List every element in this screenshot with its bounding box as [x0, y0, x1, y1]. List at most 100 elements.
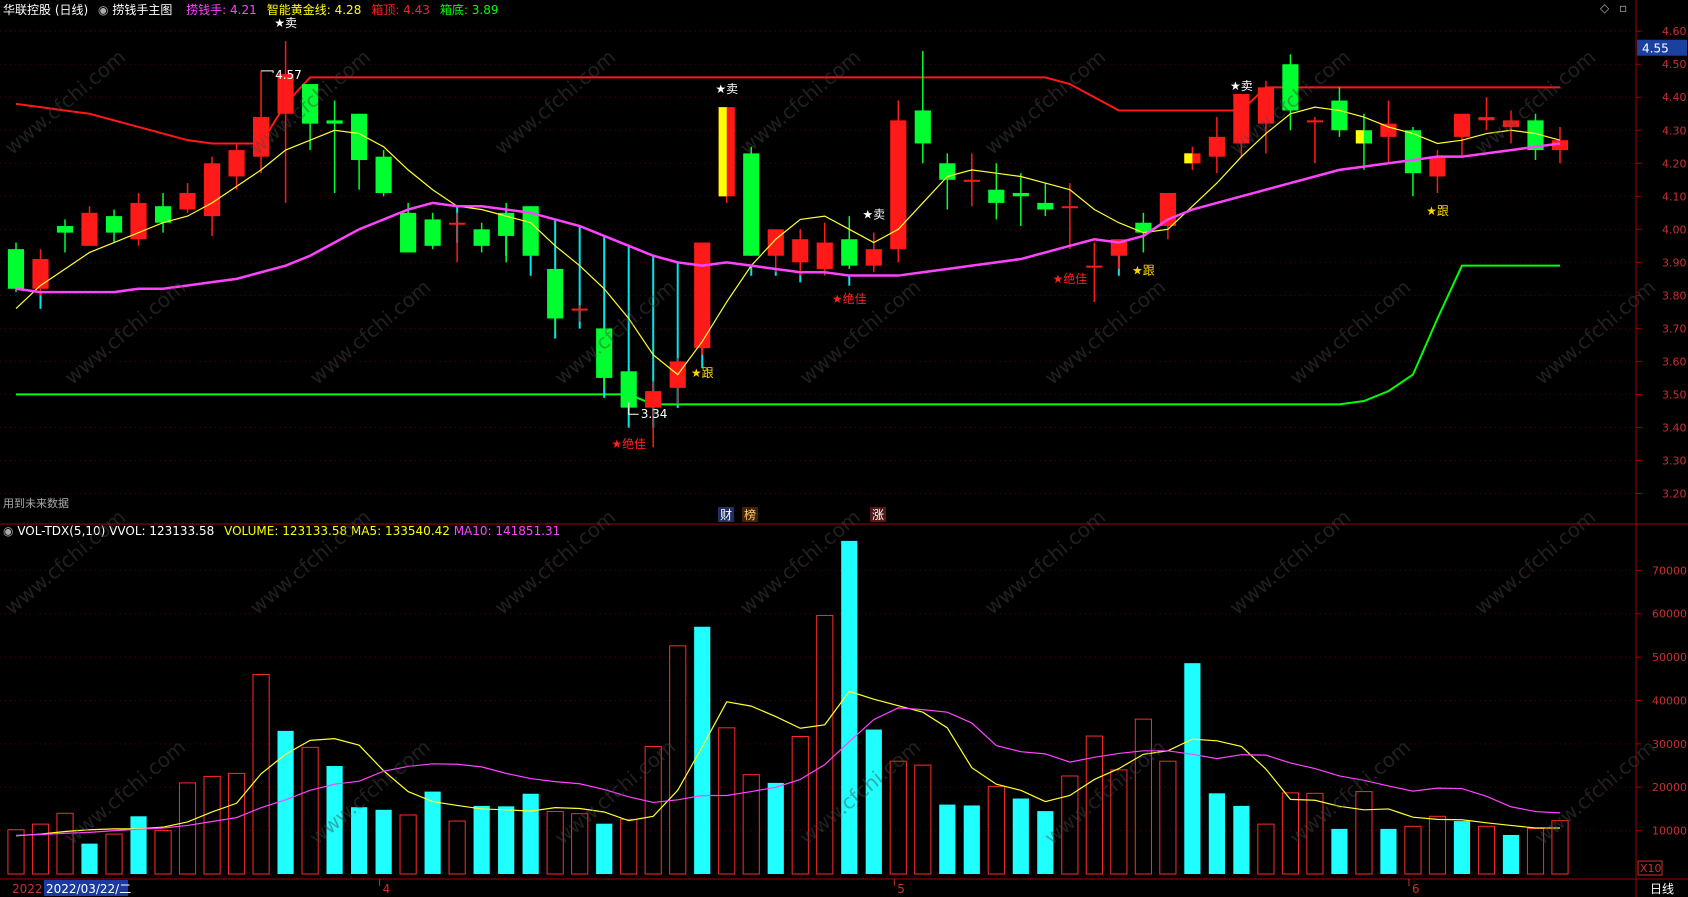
volume-bar-up — [56, 812, 74, 875]
volume-bar-up — [31, 823, 50, 875]
price-tick-label: 3.70 — [1662, 322, 1687, 335]
volume-bar-up — [620, 818, 638, 875]
volume-value: VOLUME: 123133.58 — [224, 524, 348, 538]
volume-bar-down — [498, 806, 515, 874]
volume-bar-down — [326, 765, 343, 874]
candle-body — [424, 219, 441, 246]
volume-bar-down — [1331, 828, 1348, 874]
volume-bar-down — [424, 791, 441, 874]
sell-signal: ★卖 — [715, 82, 738, 96]
volume-bar-down — [1502, 834, 1520, 874]
price-tick-label: 4.00 — [1662, 223, 1687, 236]
volume-bar-up — [7, 829, 25, 875]
month-label: 6 — [1412, 882, 1420, 896]
candle-body — [1159, 193, 1176, 227]
volume-bar-up — [742, 774, 760, 875]
indicator-value-1: 智能黄金线: 4.28 — [266, 3, 362, 17]
price-tick-label: 4.20 — [1662, 157, 1687, 170]
candle-body — [179, 193, 196, 210]
volume-ma10-line — [15, 707, 1561, 836]
ma5-value: MA5: 133540.42 — [350, 524, 450, 538]
candle-body — [963, 179, 980, 182]
volume-bar-up — [448, 820, 466, 875]
candle-highlight — [1184, 153, 1193, 164]
follow-signal: ★跟 — [1132, 263, 1155, 277]
volume-bar-up — [154, 830, 172, 875]
diamond-icon[interactable]: ◇ — [1600, 1, 1609, 15]
candle-body — [914, 110, 931, 144]
date-axis-year: 2022 — [12, 882, 43, 896]
low-price-label: 3.34 — [641, 407, 668, 421]
candle-body — [841, 239, 858, 266]
volume-tick-label: 10000 — [1652, 825, 1687, 838]
best-signal: ★绝佳 — [1052, 271, 1087, 286]
volume-bar-up — [889, 760, 907, 875]
indicator-value-0: 捞钱手: 4.21 — [186, 3, 257, 17]
volume-tick-label: 60000 — [1652, 608, 1687, 621]
volume-header: ◉ VOL-TDX(5,10) VVOL: 123133.58 VOLUME: … — [3, 524, 560, 538]
volume-unit-label: X10 — [1640, 862, 1662, 875]
volume-bar-up — [718, 727, 736, 875]
stock-title[interactable]: 华联控股 (日线) — [3, 3, 88, 17]
volume-bar-down — [351, 807, 368, 874]
price-tick-label: 4.30 — [1662, 124, 1687, 137]
volume-bar-up — [546, 811, 564, 875]
candle-body — [154, 206, 172, 223]
price-tick-label: 3.80 — [1662, 289, 1687, 302]
volume-tick-label: 30000 — [1652, 738, 1687, 751]
sell-signal: ★卖 — [1230, 79, 1253, 93]
volume-bar-up — [791, 735, 809, 875]
candle-body — [1404, 130, 1422, 174]
volume-toggle-icon[interactable]: ◉ — [3, 524, 13, 538]
volume-bar-down — [1453, 821, 1471, 874]
candle-body — [1331, 100, 1348, 131]
candle-body — [228, 150, 245, 177]
event-marker: 榜 — [744, 507, 756, 522]
volume-bar-up — [669, 645, 687, 875]
price-tick-label: 3.30 — [1662, 454, 1687, 467]
best-signal: ★绝佳 — [832, 291, 867, 306]
candle-body — [1453, 113, 1471, 137]
volume-bar-up — [301, 746, 319, 875]
month-label: 4 — [383, 882, 391, 896]
candle-body — [1233, 93, 1250, 144]
volume-bar-down — [865, 729, 882, 874]
candle-body — [743, 153, 760, 256]
volume-bar-up — [1551, 820, 1569, 875]
candle-body — [449, 222, 466, 225]
candle-body — [302, 84, 319, 124]
indicator-toggle-icon[interactable]: ◉ — [98, 3, 108, 17]
volume-bar-down — [1233, 805, 1250, 874]
volume-bar-up — [105, 833, 123, 875]
price-tick-label: 4.50 — [1662, 58, 1687, 71]
volume-bar-up — [227, 772, 246, 875]
candle-body — [865, 249, 882, 266]
candle-body — [988, 189, 1005, 203]
candle-body — [792, 239, 809, 263]
month-label: 5 — [897, 882, 905, 896]
candle-highlight — [718, 107, 727, 197]
header-right-icons: ◇ ▫ — [1600, 1, 1627, 15]
stock-chart[interactable]: 4.60 4.50 4.40 4.30 4.20 4.10 4.00 3.90 3.80 3.70… — [0, 0, 1688, 897]
candle-body — [767, 229, 784, 256]
volume-bar-up — [1526, 827, 1545, 875]
price-tick-label: 3.20 — [1662, 487, 1687, 500]
indicator-values: 捞钱手: 4.21 智能黄金线: 4.28 箱顶: 4.43 箱底: 3.89 — [176, 3, 498, 17]
candle-body — [252, 117, 270, 157]
vol-indicator-name[interactable]: VOL-TDX(5,10) — [17, 524, 105, 538]
ma10-value: MA10: 141851.31 — [453, 524, 561, 538]
candle-body — [400, 212, 417, 253]
volume-bar-up — [816, 614, 834, 875]
volume-bar-up — [399, 814, 417, 875]
candle-body — [56, 226, 74, 233]
indicator-name[interactable]: 捞钱手主图 — [112, 3, 172, 17]
volume-bar-up — [1134, 718, 1152, 875]
volume-bar-down — [375, 809, 392, 874]
candle-body — [1012, 193, 1029, 197]
chart-header: 华联控股 (日线) ◉ 捞钱手主图 捞钱手: 4.21 智能黄金线: 4.28 箱顶… — [3, 1, 498, 18]
volume-bar-up — [1257, 823, 1275, 875]
volume-tick-label: 50000 — [1652, 651, 1687, 664]
panel-toggle-icon[interactable]: ▫ — [1619, 1, 1627, 15]
sell-signal: ★卖 — [274, 16, 297, 30]
high-price-label: 4.57 — [275, 68, 302, 82]
